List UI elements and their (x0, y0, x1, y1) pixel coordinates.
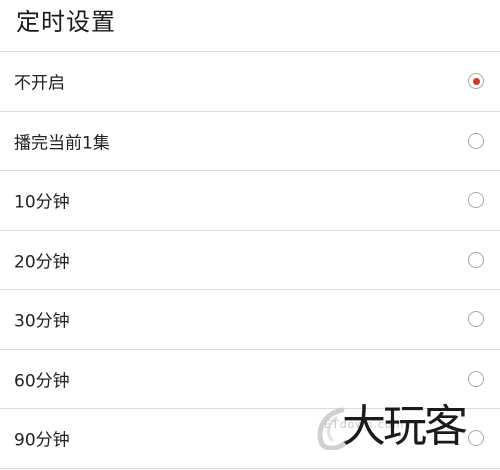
option-90-min[interactable]: 90分钟 (0, 409, 500, 469)
page-title: 定时设置 (16, 8, 116, 36)
option-label: 10分钟 (14, 192, 70, 213)
option-label: 播完当前1集 (14, 133, 110, 154)
option-label: 不开启 (14, 73, 65, 94)
option-30-min[interactable]: 30分钟 (0, 290, 500, 350)
option-end-of-episode[interactable]: 播完当前1集 (0, 112, 500, 171)
option-10-min[interactable]: 10分钟 (0, 171, 500, 231)
radio-button[interactable] (468, 430, 484, 447)
radio-button[interactable] (468, 251, 484, 268)
option-label: 20分钟 (14, 252, 70, 273)
dialog-header: 定时设置 (0, 0, 500, 52)
radio-button[interactable] (468, 192, 484, 209)
option-60-min[interactable]: 60分钟 (0, 350, 500, 409)
option-label: 30分钟 (14, 311, 70, 332)
radio-button[interactable] (468, 370, 484, 387)
option-label: 60分钟 (14, 371, 70, 392)
radio-button[interactable] (468, 311, 484, 328)
radio-button[interactable] (468, 132, 484, 149)
option-off[interactable]: 不开启 (0, 52, 500, 112)
timer-options-list: 不开启 播完当前1集 10分钟 20分钟 30分钟 60分钟 90分钟 (0, 52, 500, 469)
option-20-min[interactable]: 20分钟 (0, 231, 500, 290)
radio-button-selected[interactable] (468, 73, 484, 90)
option-label: 90分钟 (14, 430, 70, 451)
